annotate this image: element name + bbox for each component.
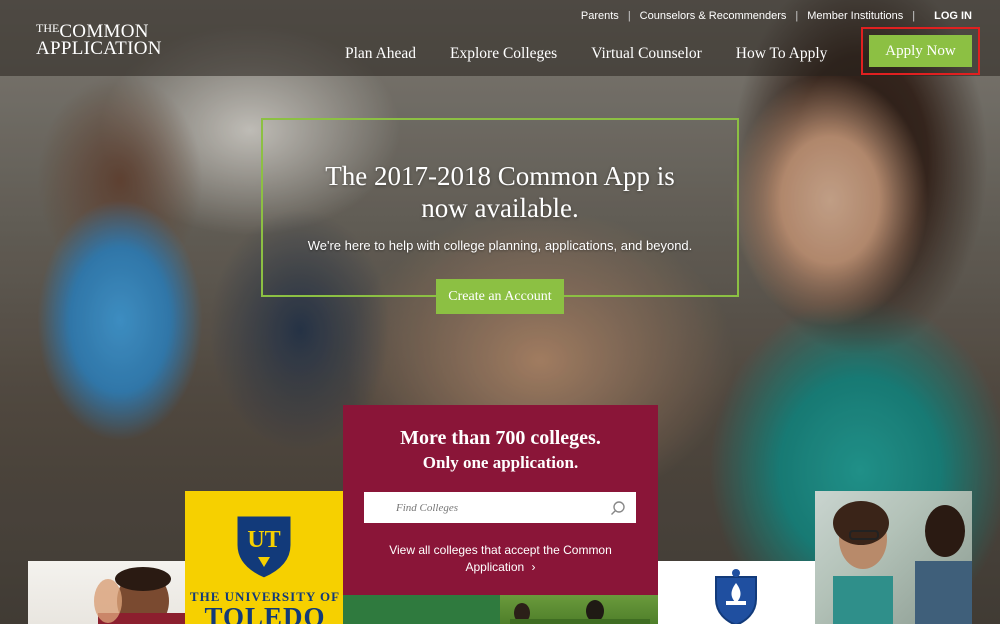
- view-all-colleges-link[interactable]: View all colleges that accept the Common…: [373, 542, 628, 576]
- apply-now-highlight: Apply Now: [861, 27, 980, 75]
- logo-text-application: APPLICATION: [36, 38, 162, 59]
- college-count-heading: More than 700 colleges.: [400, 427, 601, 449]
- university-of-toledo-tile[interactable]: UT THE UNIVERSITY OF TOLEDO: [185, 491, 343, 624]
- search-icon[interactable]: [610, 500, 626, 516]
- divider: |: [795, 10, 799, 22]
- students-photo-tile[interactable]: [815, 491, 972, 624]
- toledo-monogram: UT: [247, 527, 280, 553]
- toledo-line2: TOLEDO: [204, 602, 326, 624]
- logo-text-the: THE: [36, 21, 60, 35]
- hero-subtitle: We're here to help with college planning…: [307, 238, 693, 253]
- college-search-box: [364, 492, 636, 523]
- divider: |: [627, 10, 631, 22]
- view-all-colleges-text: View all colleges that accept the Common…: [389, 543, 612, 574]
- create-account-button[interactable]: Create an Account: [436, 279, 564, 314]
- nav-how-to-apply[interactable]: How To Apply: [736, 45, 828, 63]
- campus-lawn-photo-tile[interactable]: [500, 595, 658, 624]
- apply-now-button[interactable]: Apply Now: [869, 35, 972, 67]
- one-application-subheading: Only one application.: [422, 453, 579, 472]
- utility-link-counselors[interactable]: Counselors & Recommenders: [640, 10, 787, 22]
- site-header: THECOMMON APPLICATION Parents | Counselo…: [0, 0, 1000, 76]
- hero-message-box: The 2017-2018 Common App is now availabl…: [261, 118, 739, 297]
- nav-explore-colleges[interactable]: Explore Colleges: [450, 45, 557, 63]
- utility-link-member-institutions[interactable]: Member Institutions: [807, 10, 903, 22]
- nav-plan-ahead[interactable]: Plan Ahead: [345, 45, 416, 63]
- chevron-right-icon: ›: [531, 560, 536, 574]
- hero-title-line1: The 2017-2018 Common App is: [325, 161, 675, 191]
- students-photo: [833, 501, 972, 624]
- fleur-de-lis-shield-icon: [715, 569, 757, 624]
- login-link[interactable]: LOG IN: [934, 10, 972, 22]
- college-tile-green[interactable]: [343, 595, 500, 624]
- utility-link-parents[interactable]: Parents: [581, 10, 619, 22]
- find-colleges-input[interactable]: [385, 492, 615, 523]
- divider: |: [912, 10, 916, 22]
- campus-photo: [510, 600, 650, 624]
- toledo-shield-icon: UT: [234, 513, 294, 581]
- college-crest-tile[interactable]: [658, 561, 815, 624]
- common-app-logo[interactable]: THECOMMON APPLICATION: [36, 20, 162, 59]
- student-photo: [94, 567, 185, 624]
- student-photo-tile[interactable]: [28, 561, 185, 624]
- main-nav: Plan Ahead Explore Colleges Virtual Coun…: [345, 45, 861, 63]
- nav-virtual-counselor[interactable]: Virtual Counselor: [591, 45, 702, 63]
- toledo-wordmark: THE UNIVERSITY OF TOLEDO: [189, 589, 341, 624]
- hero-title-line2: now available.: [421, 193, 579, 223]
- hero-title: The 2017-2018 Common App is now availabl…: [263, 160, 737, 224]
- utility-nav: Parents | Counselors & Recommenders | Me…: [581, 10, 972, 22]
- college-search-panel: More than 700 colleges. Only one applica…: [343, 405, 658, 595]
